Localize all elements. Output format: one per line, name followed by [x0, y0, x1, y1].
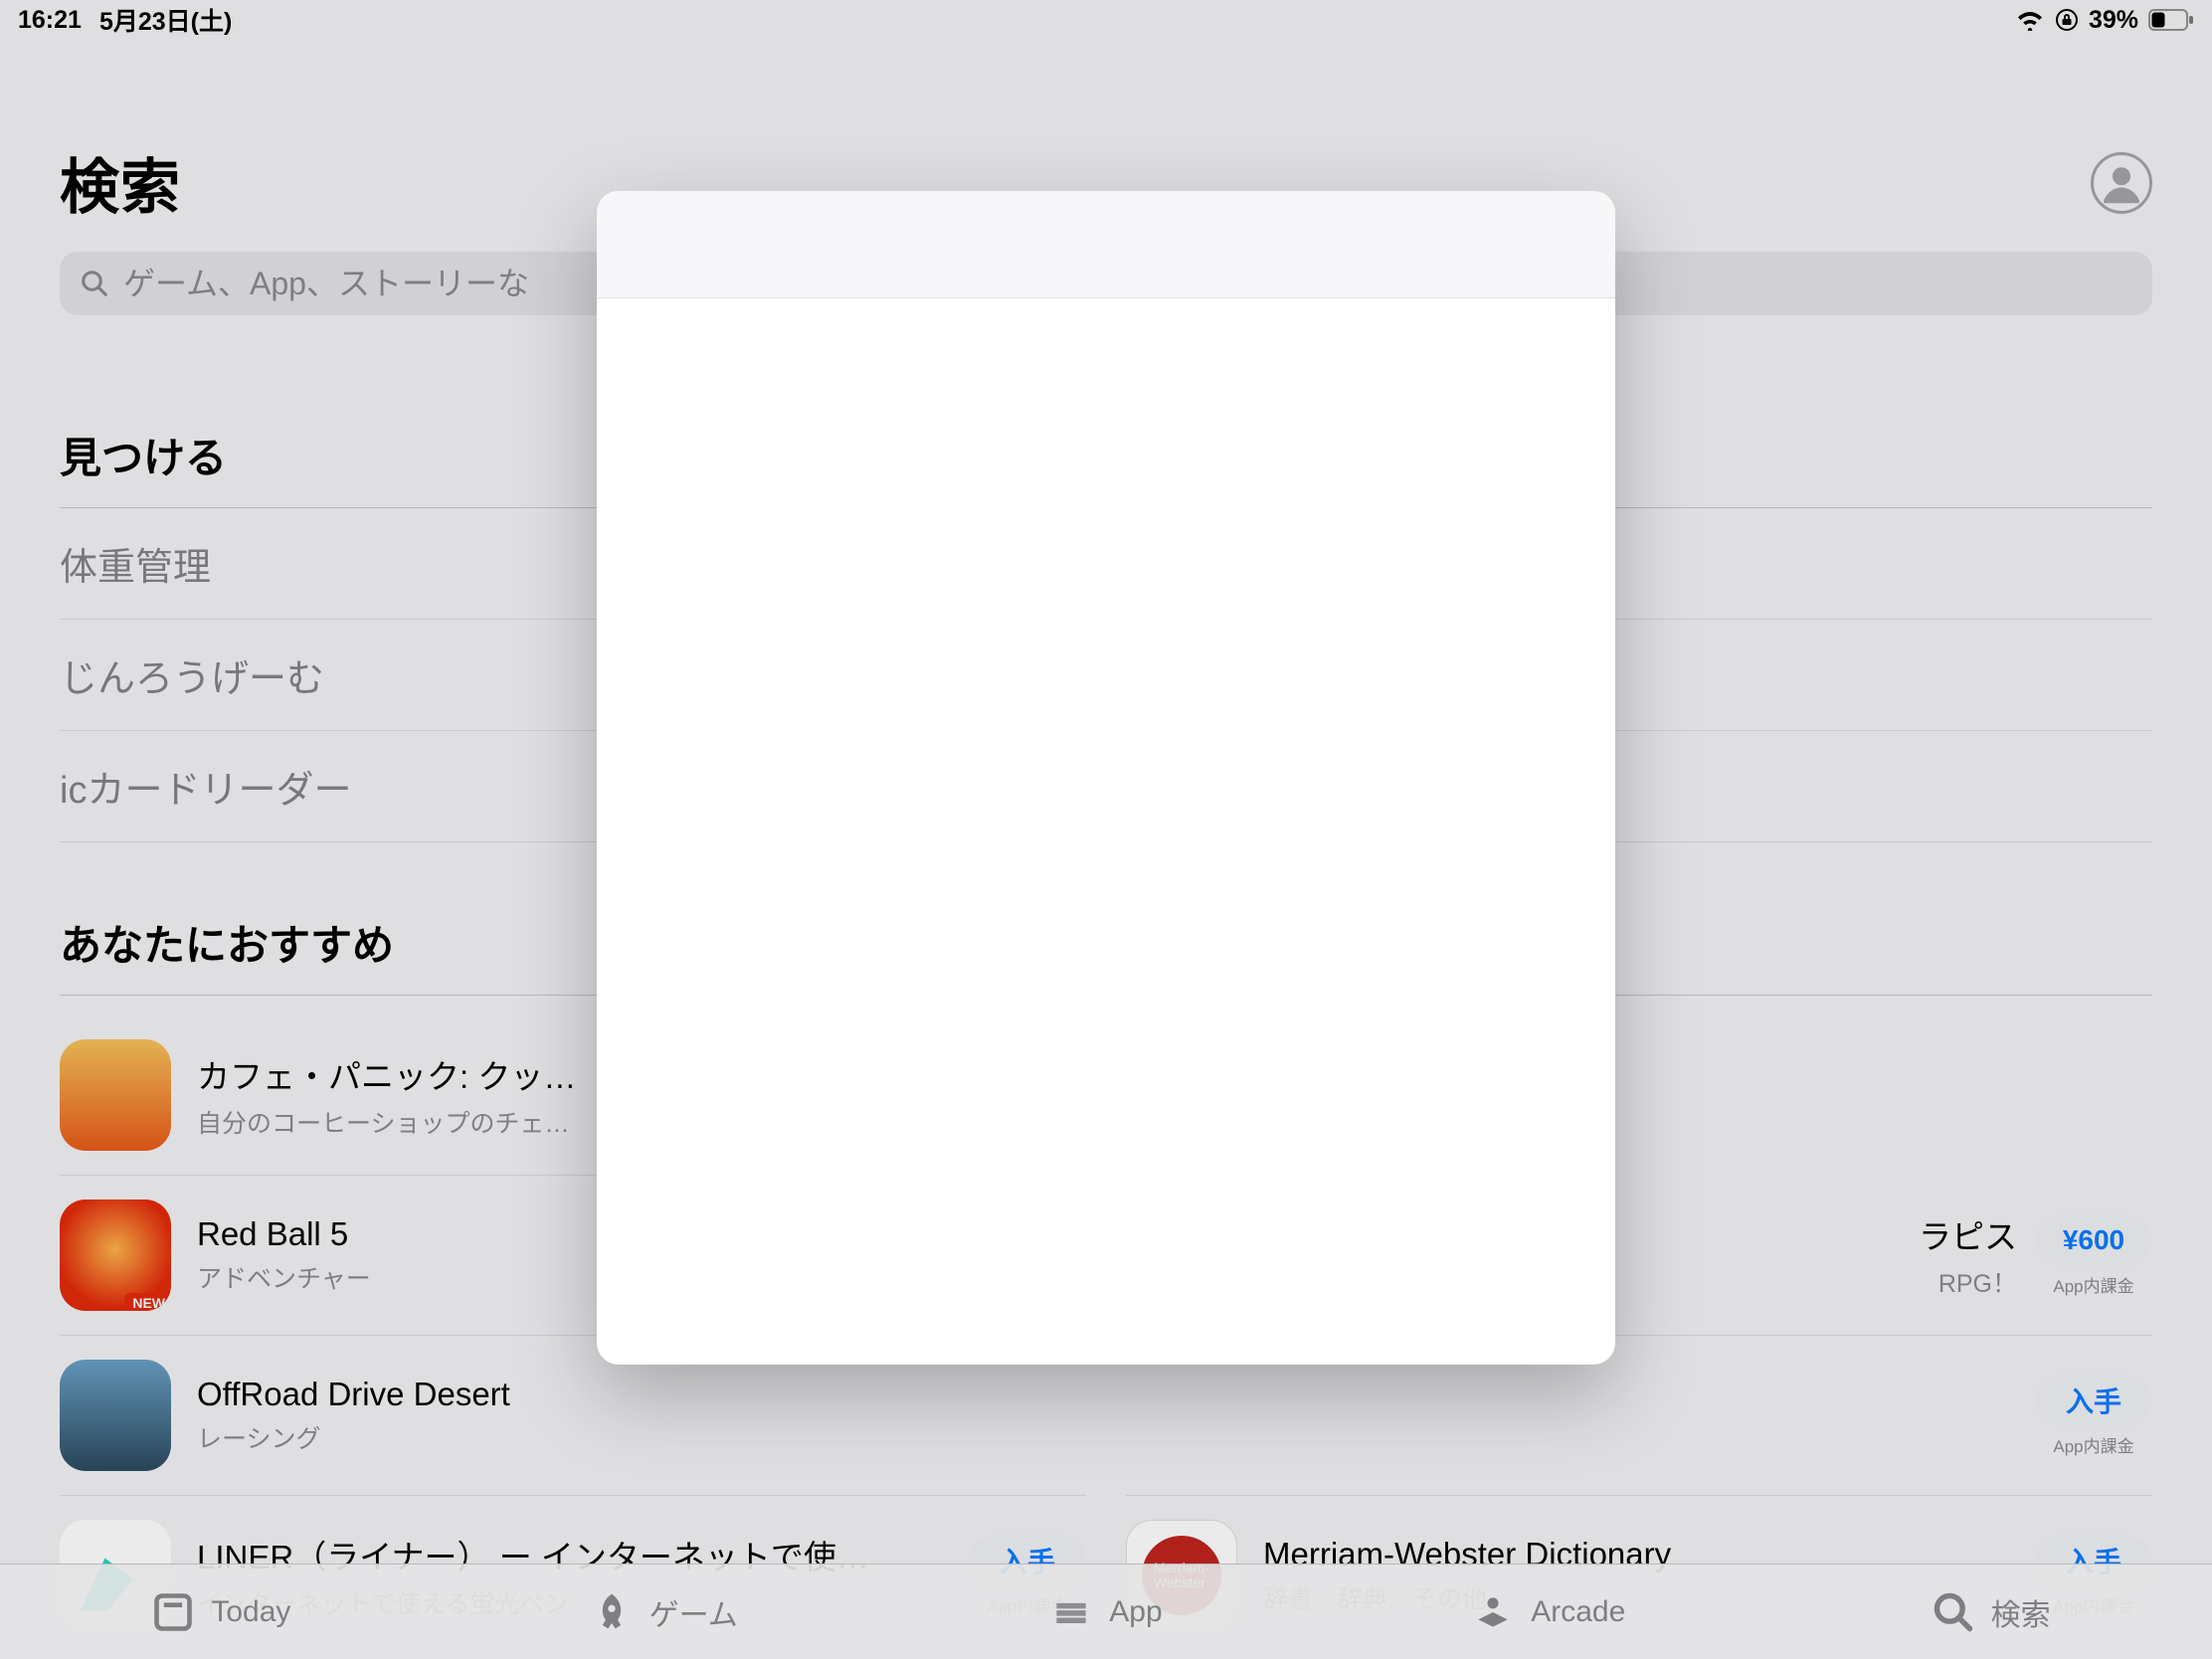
modal-header	[597, 191, 1615, 298]
modal-sheet	[597, 191, 1615, 1365]
screen-root: 16:21 5月23日(土) 39% 検索	[0, 0, 2212, 1659]
